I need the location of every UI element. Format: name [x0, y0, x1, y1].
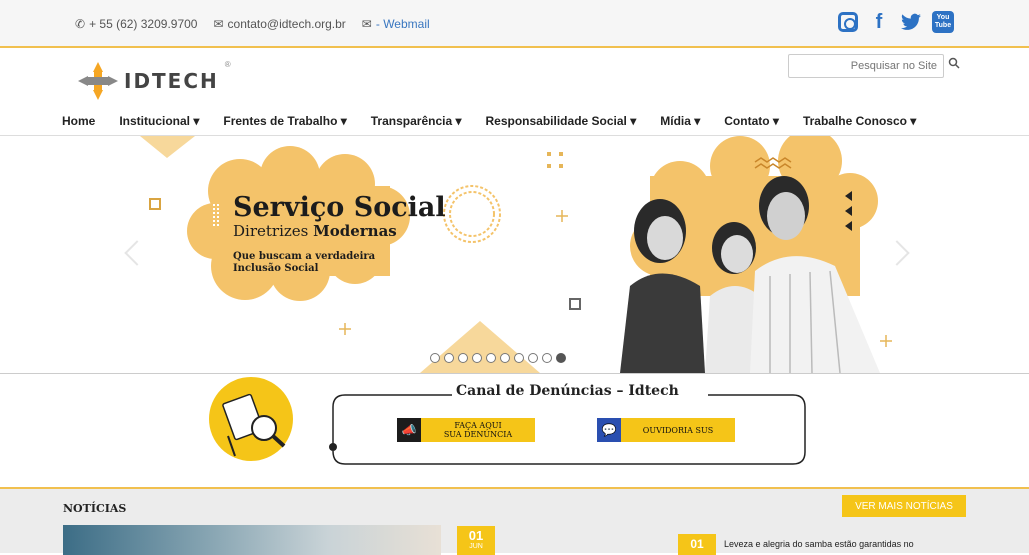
- more-news-button[interactable]: VER MAIS NOTÍCIAS: [842, 495, 966, 517]
- news-date-badge: 01 JUN: [457, 526, 495, 555]
- slider-dot[interactable]: [528, 353, 538, 363]
- news-item-title[interactable]: Leveza e alegria do samba estão garantid…: [724, 539, 914, 549]
- nav-item-home[interactable]: Home: [62, 114, 95, 128]
- hero-tagline-line1: Que buscam a verdadeira: [233, 251, 376, 262]
- site-logo[interactable]: IDTECH ®: [76, 60, 231, 102]
- top-bar: ✆ + 55 (62) 3209.9700 ✉ contato@idtech.o…: [0, 0, 1029, 48]
- hero-slider[interactable]: Serviço Social Diretrizes Modernas Que b…: [0, 136, 1029, 373]
- logo-mark-icon: [78, 62, 118, 100]
- email-link[interactable]: contato@idtech.org.br: [228, 17, 346, 31]
- youtube-text-1: You: [936, 14, 950, 21]
- nav-item-frentes[interactable]: Frentes de Trabalho ▾: [223, 114, 346, 128]
- denuncia-label-line1: FAÇA AQUI: [454, 421, 502, 430]
- news-day: 01: [468, 528, 484, 543]
- hero-tagline-line2: Inclusão Social: [233, 263, 319, 274]
- news-month: JUN: [469, 543, 483, 550]
- nav-item-contato[interactable]: Contato ▾: [724, 114, 779, 128]
- slider-dot[interactable]: [472, 353, 482, 363]
- youtube-text-2: Tube: [934, 22, 952, 29]
- denuncia-label: FAÇA AQUI SUA DENÚNCIA: [421, 421, 535, 439]
- hero-subtitle-bold: Modernas: [313, 222, 397, 240]
- canal-title: Canal de Denúncias – Idtech: [452, 383, 683, 399]
- twitter-icon[interactable]: [900, 11, 922, 33]
- news-date-badge-2: 01: [678, 534, 716, 555]
- hero-subtitle-normal: Diretrizes: [233, 222, 314, 240]
- denuncia-button[interactable]: 📣 FAÇA AQUI SUA DENÚNCIA: [397, 418, 535, 442]
- phone-number: + 55 (62) 3209.9700: [89, 17, 198, 31]
- slider-dot[interactable]: [486, 353, 496, 363]
- social-links: f You Tube: [838, 11, 954, 33]
- hero-tagline: Que buscam a verdadeira Inclusão Social: [233, 251, 383, 275]
- news-section: NOTÍCIAS VER MAIS NOTÍCIAS 01 JUN 01 Lev…: [0, 487, 1029, 555]
- slider-pagination: [430, 353, 566, 363]
- search-input[interactable]: [788, 54, 944, 78]
- ouvidoria-label: OUVIDORIA SUS: [642, 425, 714, 435]
- webmail-link[interactable]: - Webmail: [376, 17, 430, 31]
- news-image[interactable]: [63, 525, 441, 555]
- ouvidoria-button[interactable]: 💬 OUVIDORIA SUS: [597, 418, 735, 442]
- slider-dot[interactable]: [514, 353, 524, 363]
- webmail-item[interactable]: ✉ - Webmail: [362, 17, 430, 31]
- facebook-icon[interactable]: f: [868, 11, 890, 33]
- hero-title: Serviço Social: [233, 192, 446, 223]
- instagram-icon[interactable]: [838, 12, 858, 32]
- youtube-icon[interactable]: You Tube: [932, 11, 954, 33]
- slider-dot[interactable]: [458, 353, 468, 363]
- phone-item: ✆ + 55 (62) 3209.9700: [75, 17, 197, 31]
- hero-decor: [140, 136, 892, 373]
- slider-dot-active[interactable]: [556, 353, 566, 363]
- email-item[interactable]: ✉ contato@idtech.org.br: [213, 17, 345, 31]
- hero-subtitle: Diretrizes Modernas: [233, 222, 397, 240]
- denuncia-label-line2: SUA DENÚNCIA: [443, 430, 513, 439]
- registered-mark: ®: [224, 60, 231, 69]
- envelope-icon: ✉: [213, 17, 224, 31]
- hero-divider: [0, 373, 1029, 374]
- nav-item-institucional[interactable]: Institucional ▾: [119, 114, 199, 128]
- megaphone-icon: 📣: [397, 418, 421, 442]
- envelope-icon: ✉: [361, 17, 372, 31]
- nav-item-responsabilidade[interactable]: Responsabilidade Social ▾: [486, 114, 637, 128]
- main-nav: Home Institucional ▾ Frentes de Trabalho…: [62, 114, 916, 128]
- nav-item-midia[interactable]: Mídia ▾: [660, 114, 700, 128]
- slider-dot[interactable]: [444, 353, 454, 363]
- search-icon[interactable]: [948, 57, 964, 73]
- news-heading: NOTÍCIAS: [63, 502, 127, 515]
- nav-item-trabalhe[interactable]: Trabalhe Conosco ▾: [803, 114, 916, 128]
- phone-icon: ✆: [75, 17, 86, 31]
- slider-dot[interactable]: [430, 353, 440, 363]
- logo-text: IDTECH: [124, 69, 219, 93]
- slider-dot[interactable]: [500, 353, 510, 363]
- slider-dot[interactable]: [542, 353, 552, 363]
- chat-icon: 💬: [597, 418, 621, 442]
- contact-info: ✆ + 55 (62) 3209.9700 ✉ contato@idtech.o…: [75, 17, 430, 31]
- nav-item-transparencia[interactable]: Transparência ▾: [371, 114, 462, 128]
